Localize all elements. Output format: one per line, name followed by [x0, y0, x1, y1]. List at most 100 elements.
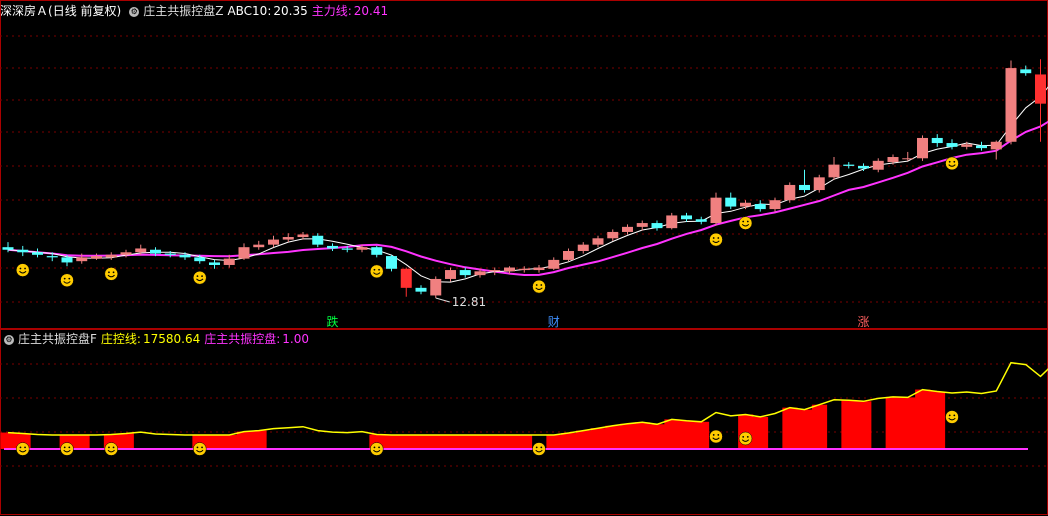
candle-body [799, 184, 810, 191]
smiley-eye [19, 446, 22, 449]
smiley-icon [532, 279, 546, 294]
fill-bar [413, 435, 429, 449]
fill-bar [649, 424, 665, 449]
smiley-eye [112, 271, 115, 274]
candle-body [430, 278, 442, 296]
smiley-icon [104, 442, 118, 456]
fill-bar [118, 433, 134, 449]
candle-body [194, 257, 206, 262]
fill-bar [679, 420, 695, 449]
candle-body [253, 244, 265, 248]
smiley-eye [201, 275, 203, 278]
smiley-eye [742, 220, 745, 223]
smiley-eye [108, 446, 110, 449]
candle-body [754, 204, 766, 210]
candle-body [813, 177, 825, 191]
top-panel-frame [0, 0, 1048, 329]
candle-body [548, 259, 560, 269]
fill-bar [398, 435, 415, 449]
candle-body [120, 252, 132, 255]
smiley-icon [16, 442, 30, 456]
smiley-eye [68, 446, 71, 449]
fill-bar [605, 425, 621, 449]
smiley-icon [16, 263, 30, 277]
candle-body [386, 256, 397, 269]
smiley-icon [945, 156, 959, 171]
fill-bar [885, 396, 901, 449]
fill-bar [207, 435, 223, 449]
smiley-eye [19, 267, 22, 270]
fill-bar [782, 407, 798, 449]
candle-body [268, 239, 279, 245]
candle-body [695, 219, 707, 222]
fill-bar [221, 435, 238, 449]
candle-body [17, 249, 29, 253]
candle-body [76, 257, 88, 262]
candle-body [297, 234, 309, 238]
low-label: 12.81 [452, 295, 486, 309]
candle-body [312, 235, 324, 245]
smiley-eye [378, 268, 380, 271]
smiley-icon [709, 429, 723, 444]
candle-body [135, 248, 147, 253]
candle-body [651, 223, 663, 229]
candle-body [32, 252, 43, 255]
fill-bar [443, 435, 459, 449]
fill-bar [797, 409, 813, 449]
candle-body [902, 158, 914, 160]
fill-bar [236, 431, 252, 449]
fill-bar [752, 416, 769, 449]
candle-body [61, 257, 73, 263]
candle-body [209, 262, 220, 265]
smiley-eye [378, 446, 380, 449]
candle-body [1005, 68, 1017, 142]
fill-bar [561, 433, 577, 449]
candle-body [563, 251, 574, 260]
stock-chart: 21.3512.81跌财涨 [0, 0, 1048, 515]
smiley-eye [196, 275, 199, 278]
candle-body [740, 202, 751, 207]
fill-bar [516, 435, 533, 449]
candle-body [164, 253, 176, 255]
candle-body [828, 164, 840, 178]
candle-body [327, 245, 338, 249]
candle-body [46, 256, 58, 258]
signal-marker: 跌 [327, 314, 339, 329]
smiley-icon [193, 270, 207, 285]
fill-bar [900, 397, 916, 449]
smiley-icon [60, 273, 74, 287]
candle-body [1020, 69, 1032, 74]
smiley-icon [60, 442, 74, 456]
candle-body [371, 247, 383, 255]
fill-bar [487, 435, 503, 449]
candle-body [917, 137, 928, 159]
candle-body [961, 144, 973, 147]
smiley-icon [738, 216, 753, 230]
smiley-eye [953, 414, 956, 417]
smiley-eye [535, 446, 538, 449]
candle-body [607, 231, 619, 239]
candle-body [238, 247, 250, 259]
candle-body [474, 271, 486, 276]
candle-body [518, 268, 530, 271]
smiley-icon [709, 232, 723, 247]
smiley-icon [104, 267, 118, 281]
candle-body [681, 215, 692, 220]
candle-body [341, 248, 353, 250]
candle-body [504, 267, 515, 272]
candle-body [223, 258, 235, 265]
fill-bar [472, 435, 488, 449]
smiley-eye [948, 160, 951, 163]
candle-body [843, 164, 855, 166]
fill-bar [575, 430, 592, 449]
smiley-eye [196, 446, 199, 449]
fill-bar [384, 435, 400, 449]
smiley-eye [201, 446, 203, 449]
smiley-eye [742, 435, 745, 438]
candle-body [150, 249, 161, 254]
candle-body [91, 256, 102, 259]
smiley-icon [532, 442, 546, 456]
smiley-eye [953, 160, 956, 163]
smiley-eye [68, 277, 71, 280]
fill-bar [811, 404, 828, 449]
